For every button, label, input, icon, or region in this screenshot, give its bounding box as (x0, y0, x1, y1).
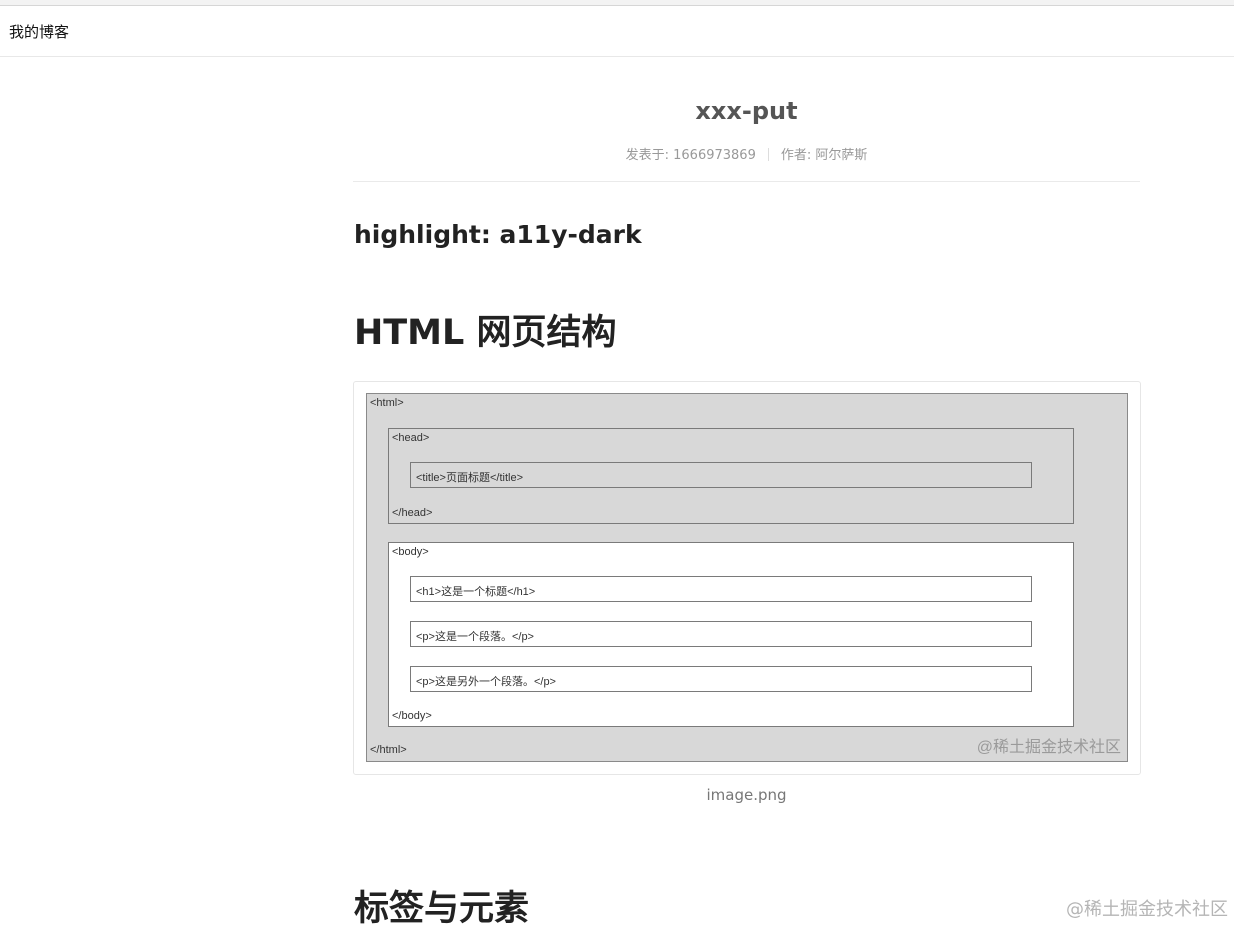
published-time: 发表于: 1666973869 (626, 148, 756, 163)
diagram-p2-box: <p>这是另外一个段落。</p> (410, 666, 1032, 692)
meta-divider (353, 181, 1140, 182)
diagram-head-open: <head> (392, 432, 429, 444)
diagram-title-line: <title>页面标题</title> (416, 469, 523, 485)
post-title: xxx-put (353, 97, 1140, 125)
diagram-body-box: <body> <h1>这是一个标题</h1> <p>这是一个段落。</p> <p… (388, 542, 1074, 727)
diagram-head-close: </head> (392, 507, 432, 519)
section-heading-tags-elements: 标签与元素 (354, 880, 529, 931)
diagram-html-open: <html> (370, 397, 404, 409)
html-structure-diagram: <html> <head> <title>页面标题</title> </head… (366, 393, 1128, 762)
diagram-title-box: <title>页面标题</title> (410, 462, 1032, 488)
site-brand-link[interactable]: 我的博客 (9, 21, 69, 42)
diagram-head-box: <head> <title>页面标题</title> </head> (388, 428, 1074, 524)
diagram-h1-line: <h1>这是一个标题</h1> (416, 583, 535, 599)
diagram-p2-line: <p>这是另外一个段落。</p> (416, 673, 556, 689)
diagram-p1-line: <p>这是一个段落。</p> (416, 628, 534, 644)
diagram-p1-box: <p>这是一个段落。</p> (410, 621, 1032, 647)
diagram-h1-box: <h1>这是一个标题</h1> (410, 576, 1032, 602)
post-author: 作者: 阿尔萨斯 (781, 148, 868, 163)
meta-separator (768, 148, 769, 161)
figure-container: <html> <head> <title>页面标题</title> </head… (353, 381, 1141, 775)
site-header: 我的博客 (0, 6, 1234, 57)
page-watermark: @稀土掘金技术社区 (1066, 895, 1228, 921)
section-heading-html-structure: HTML 网页结构 (354, 304, 616, 355)
highlight-heading: highlight: a11y-dark (354, 220, 642, 249)
diagram-body-open: <body> (392, 546, 429, 558)
post-meta: 发表于: 1666973869 作者: 阿尔萨斯 (353, 144, 1140, 163)
diagram-html-close: </html> (370, 744, 407, 756)
diagram-body-close: </body> (392, 710, 432, 722)
diagram-watermark: @稀土掘金技术社区 (977, 733, 1121, 757)
figure-caption: image.png (353, 786, 1140, 804)
